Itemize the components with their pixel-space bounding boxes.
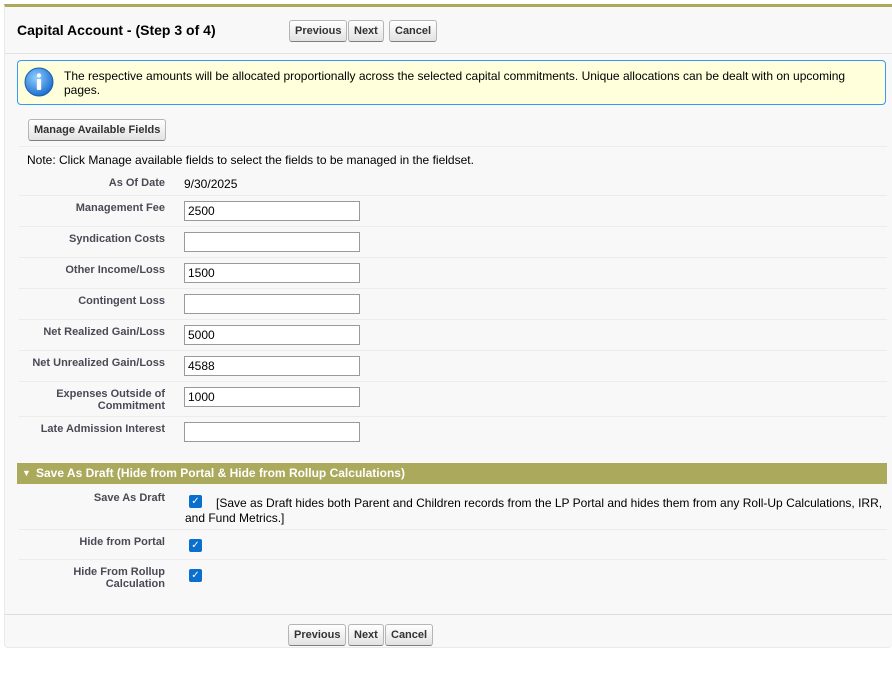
management-fee-input[interactable] xyxy=(184,201,360,221)
as-of-date-value: 9/30/2025 xyxy=(184,177,238,191)
hide-from-portal-checkbox[interactable]: ✓ xyxy=(189,539,202,552)
expenses-outside-label-line2: Commitment xyxy=(97,400,165,412)
syndication-costs-label: Syndication Costs xyxy=(69,233,165,245)
as-of-date-label: As Of Date xyxy=(108,177,165,189)
manage-available-fields-button[interactable]: Manage Available Fields xyxy=(28,119,167,141)
net-realized-gain-loss-input[interactable] xyxy=(184,325,360,345)
field-row-hide-from-portal: Hide from Portal xyxy=(19,530,887,560)
field-row-net-unrealized-gain-loss: Net Unrealized Gain/Loss xyxy=(19,351,887,382)
footer-previous-button[interactable]: Previous xyxy=(288,624,347,646)
syndication-costs-input[interactable] xyxy=(184,232,360,252)
footer-cancel-button[interactable]: Cancel xyxy=(385,624,434,646)
other-income-loss-label: Other Income/Loss xyxy=(65,264,165,276)
net-realized-gain-loss-label: Net Realized Gain/Loss xyxy=(43,326,165,338)
divider xyxy=(19,146,887,147)
previous-button[interactable]: Previous xyxy=(289,20,348,42)
field-row-management-fee: Management Fee xyxy=(19,196,887,227)
save-as-draft-label: Save As Draft xyxy=(93,492,165,504)
expenses-outside-label-line1: Expenses Outside of xyxy=(56,388,165,400)
field-row-net-realized-gain-loss: Net Realized Gain/Loss xyxy=(19,320,887,351)
fieldset-note: Note: Click Manage available fields to s… xyxy=(27,153,474,167)
field-row-contingent-loss: Contingent Loss xyxy=(19,289,887,320)
late-admission-interest-label: Late Admission Interest xyxy=(40,423,165,435)
contingent-loss-label: Contingent Loss xyxy=(78,295,165,307)
contingent-loss-input[interactable] xyxy=(184,294,360,314)
hide-from-rollup-label-line2: Calculation xyxy=(105,578,165,590)
other-income-loss-input[interactable] xyxy=(184,263,360,283)
management-fee-label: Management Fee xyxy=(75,202,165,214)
expenses-outside-commitment-input[interactable] xyxy=(184,387,360,407)
info-message-text: The respective amounts will be allocated… xyxy=(64,69,846,97)
expenses-outside-commitment-label: Expenses Outside of Commitment xyxy=(19,388,165,412)
field-row-syndication-costs: Syndication Costs xyxy=(19,227,887,258)
field-row-other-income-loss: Other Income/Loss xyxy=(19,258,887,289)
late-admission-interest-input[interactable] xyxy=(184,422,360,442)
net-unrealized-gain-loss-label: Net Unrealized Gain/Loss xyxy=(32,357,165,369)
section-title: Save As Draft (Hide from Portal & Hide f… xyxy=(36,466,405,480)
save-as-draft-help-text: [Save as Draft hides both Parent and Chi… xyxy=(185,496,883,525)
save-as-draft-section-header[interactable]: ▼ Save As Draft (Hide from Portal & Hide… xyxy=(17,463,887,484)
collapse-triangle-icon[interactable]: ▼ xyxy=(22,463,31,484)
net-unrealized-gain-loss-input[interactable] xyxy=(184,356,360,376)
field-row-late-admission-interest: Late Admission Interest xyxy=(19,417,887,447)
page-footer: Previous Next Cancel xyxy=(5,614,892,651)
hide-from-rollup-label: Hide From Rollup Calculation xyxy=(19,566,165,590)
next-button[interactable]: Next xyxy=(348,20,384,42)
info-message-box: The respective amounts will be allocated… xyxy=(17,60,886,105)
field-row-expenses-outside-commitment: Expenses Outside of Commitment xyxy=(19,382,887,417)
capital-account-panel: Capital Account - (Step 3 of 4) Previous… xyxy=(4,4,892,648)
hide-from-portal-label: Hide from Portal xyxy=(79,536,165,548)
field-row-hide-from-rollup: Hide From Rollup Calculation xyxy=(19,560,887,594)
hide-from-rollup-checkbox[interactable]: ✓ xyxy=(189,569,202,582)
page-header: Capital Account - (Step 3 of 4) Previous… xyxy=(5,7,892,54)
info-icon xyxy=(24,67,54,97)
footer-next-button[interactable]: Next xyxy=(348,624,384,646)
page-title: Capital Account - (Step 3 of 4) xyxy=(17,22,216,38)
cancel-button[interactable]: Cancel xyxy=(389,20,438,42)
field-row-as-of-date: As Of Date 9/30/2025 xyxy=(19,171,887,196)
hide-from-rollup-label-line1: Hide From Rollup xyxy=(73,566,165,578)
